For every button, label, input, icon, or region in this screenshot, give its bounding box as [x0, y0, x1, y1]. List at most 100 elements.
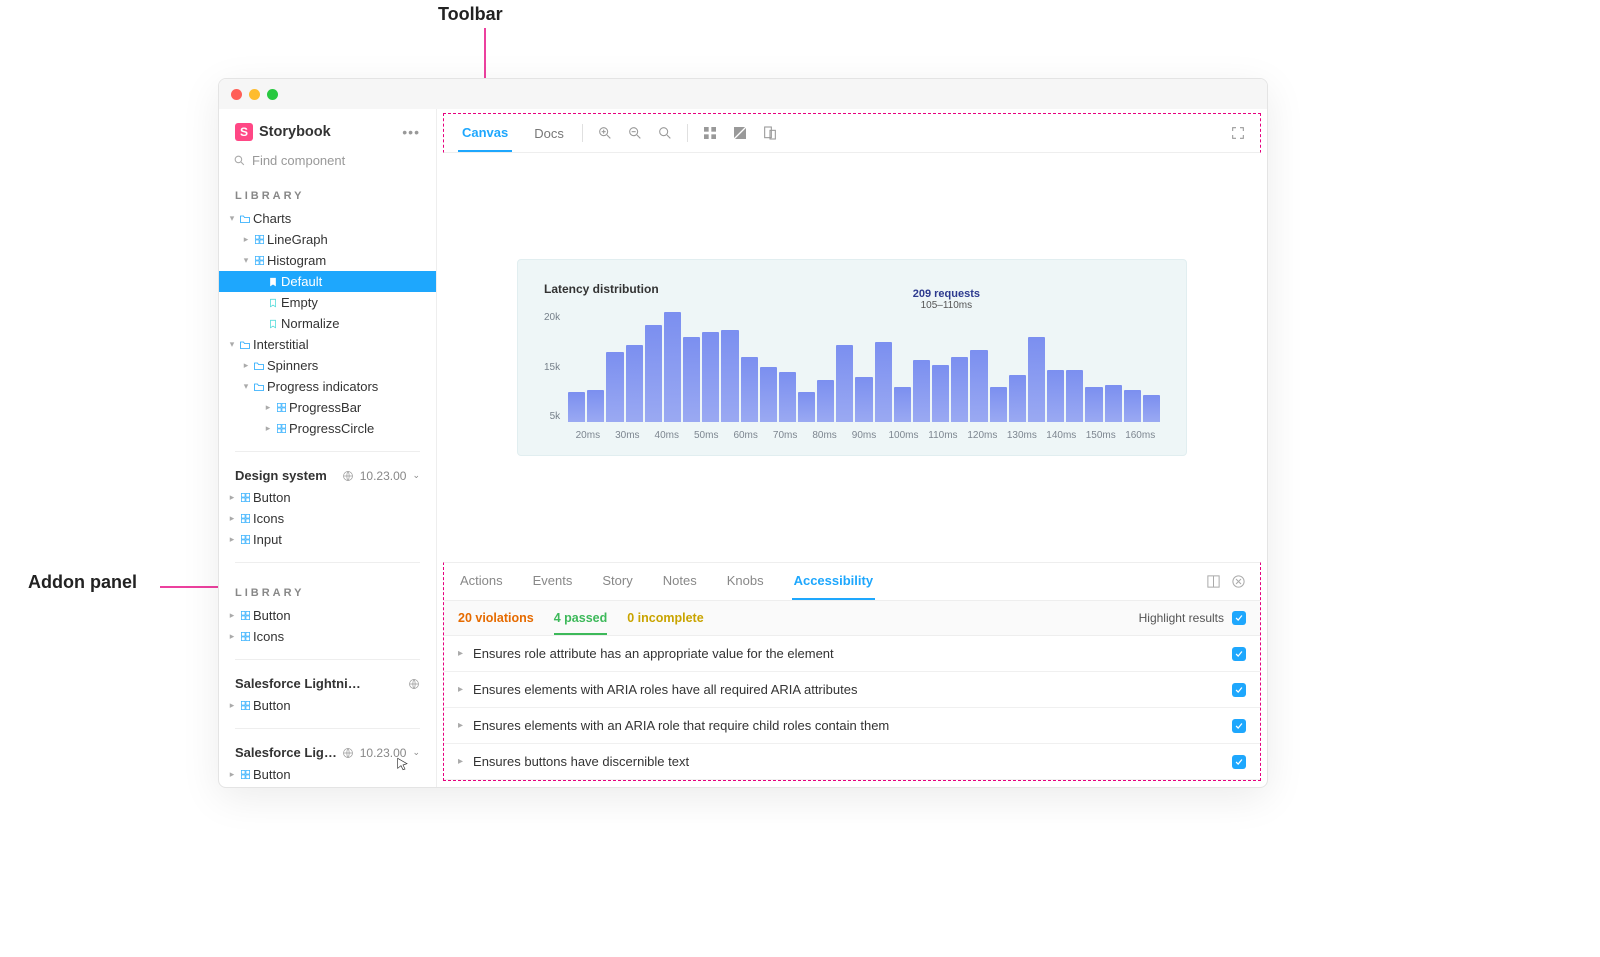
highlight-results-checkbox[interactable]: [1232, 611, 1246, 625]
chevron-right-icon: ▸: [263, 402, 273, 413]
chevron-right-icon: ▸: [227, 631, 237, 642]
group-name: Salesforce Lightning Design S…: [235, 676, 365, 691]
folder-icon: [237, 339, 253, 351]
tree-comp-linegraph[interactable]: ▸ LineGraph: [219, 229, 436, 250]
annotation-toolbar-label: Toolbar: [438, 4, 503, 25]
group-design-system[interactable]: Design system 10.23.00 ⌄: [219, 464, 436, 487]
background-icon[interactable]: [732, 125, 748, 141]
tree-comp-button[interactable]: ▸Button: [219, 605, 436, 626]
addon-tab-story[interactable]: Story: [600, 563, 634, 600]
close-panel-icon[interactable]: [1231, 574, 1246, 589]
chevron-right-icon: ▸: [227, 534, 237, 545]
zoom-in-icon[interactable]: [597, 125, 613, 141]
tree-folder-progress[interactable]: ▾ Progress indicators: [219, 376, 436, 397]
addon-tab-knobs[interactable]: Knobs: [725, 563, 766, 600]
tree-comp-icons[interactable]: ▸Icons: [219, 626, 436, 647]
group-name: Salesforce Lightni…: [235, 745, 342, 760]
grid-icon[interactable]: [702, 125, 718, 141]
tree-story-normalize[interactable]: Normalize: [219, 313, 436, 334]
summary-passed[interactable]: 4 passed: [554, 611, 608, 635]
search-input[interactable]: Find component: [233, 153, 422, 168]
bookmark-icon: [265, 319, 281, 329]
summary-violations[interactable]: 20 violations: [458, 611, 534, 625]
chart-bar: [568, 392, 585, 422]
chevron-right-icon: ▸: [241, 360, 251, 371]
zoom-reset-icon[interactable]: [657, 125, 673, 141]
chevron-right-icon: ▸: [227, 769, 237, 780]
traffic-light-max[interactable]: [267, 89, 278, 100]
a11y-result-checkbox[interactable]: [1232, 647, 1246, 661]
chart-bar: [683, 337, 700, 422]
chart-bar: [664, 312, 681, 422]
tree-label: LineGraph: [267, 232, 328, 247]
chevron-right-icon: ▸: [458, 720, 463, 731]
addon-tab-actions[interactable]: Actions: [458, 563, 505, 600]
chart-bar: [1028, 337, 1045, 422]
tree-story-default[interactable]: Default: [219, 271, 436, 292]
group-version: 10.23.00: [360, 469, 407, 483]
component-icon: [237, 610, 253, 621]
component-icon: [273, 402, 289, 413]
a11y-result-checkbox[interactable]: [1232, 755, 1246, 769]
x-tick: 110ms: [923, 430, 962, 441]
chevron-right-icon: ▸: [227, 492, 237, 503]
a11y-result-checkbox[interactable]: [1232, 683, 1246, 697]
a11y-result-text: Ensures elements with an ARIA role that …: [473, 718, 889, 733]
tree-folder-charts[interactable]: ▾ Charts: [219, 208, 436, 229]
globe-icon: [342, 747, 354, 759]
tree-label: ProgressCircle: [289, 421, 374, 436]
tree-comp-progresscircle[interactable]: ▸ ProgressCircle: [219, 418, 436, 439]
group-slds[interactable]: Salesforce Lightning Design S…: [219, 672, 436, 695]
chart-bar: [779, 372, 796, 422]
chart-bar: [1066, 370, 1083, 423]
x-tick: 130ms: [1002, 430, 1041, 441]
x-tick: 60ms: [726, 430, 765, 441]
folder-icon: [251, 360, 267, 372]
tree-comp-icons[interactable]: ▸Icons: [219, 508, 436, 529]
x-tick: 150ms: [1081, 430, 1120, 441]
histogram-card: Latency distribution 20k15k5k 209 reques…: [517, 259, 1187, 456]
traffic-light-min[interactable]: [249, 89, 260, 100]
tree-story-empty[interactable]: Empty: [219, 292, 436, 313]
addon-tab-notes[interactable]: Notes: [661, 563, 699, 600]
panel-orientation-icon[interactable]: [1206, 574, 1221, 589]
viewport-icon[interactable]: [762, 125, 778, 141]
a11y-result-checkbox[interactable]: [1232, 719, 1246, 733]
tab-docs[interactable]: Docs: [530, 116, 568, 151]
chevron-right-icon: ▸: [458, 648, 463, 659]
tree-label: Default: [281, 274, 322, 289]
sidebar-menu-button[interactable]: •••: [402, 124, 420, 140]
a11y-result-row[interactable]: ▸Ensures buttons have discernible text: [444, 744, 1260, 780]
tree-comp-button[interactable]: ▸Button: [219, 487, 436, 508]
chart-bar: [1105, 385, 1122, 423]
tree-folder-interstitial[interactable]: ▾ Interstitial: [219, 334, 436, 355]
x-tick: 90ms: [844, 430, 883, 441]
tree-comp-input[interactable]: ▸Input: [219, 529, 436, 550]
tree-comp-histogram[interactable]: ▾ Histogram: [219, 250, 436, 271]
tab-canvas[interactable]: Canvas: [458, 115, 512, 152]
tree-folder-spinners[interactable]: ▸ Spinners: [219, 355, 436, 376]
traffic-light-close[interactable]: [231, 89, 242, 100]
component-icon: [237, 700, 253, 711]
addon-tab-events[interactable]: Events: [531, 563, 575, 600]
tree-comp-button[interactable]: ▸Button: [219, 695, 436, 716]
a11y-result-row[interactable]: ▸ Ensures elements with an ARIA role that…: [444, 708, 1260, 744]
tree-comp-progressbar[interactable]: ▸ ProgressBar: [219, 397, 436, 418]
a11y-result-row[interactable]: ▸Ensures role attribute has an appropria…: [444, 636, 1260, 672]
chart-bar: [970, 350, 987, 423]
chart-bar: [894, 387, 911, 422]
fullscreen-icon[interactable]: [1230, 125, 1246, 141]
chart-bar: [798, 392, 815, 422]
component-icon: [237, 492, 253, 503]
chart-title: Latency distribution: [544, 282, 1160, 296]
component-icon: [237, 769, 253, 780]
addon-tab-accessibility[interactable]: Accessibility: [792, 563, 876, 600]
tree-label: Spinners: [267, 358, 318, 373]
a11y-result-row[interactable]: ▸Ensures elements with ARIA roles have a…: [444, 672, 1260, 708]
component-icon: [237, 513, 253, 524]
summary-incomplete[interactable]: 0 incomplete: [627, 611, 703, 625]
zoom-out-icon[interactable]: [627, 125, 643, 141]
content-area: Canvas Docs: [437, 109, 1267, 787]
group-name: Design system: [235, 468, 327, 483]
bookmark-icon: [265, 298, 281, 308]
